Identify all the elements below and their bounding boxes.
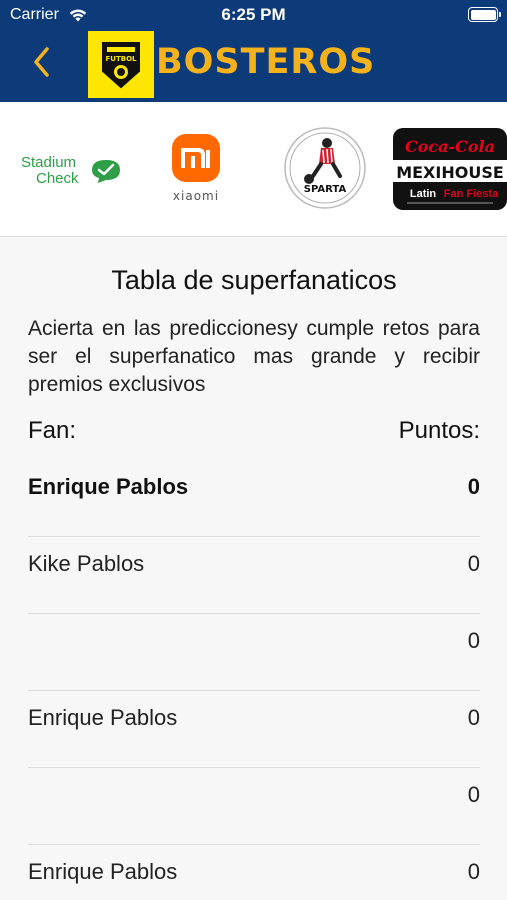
table-row[interactable]: Enrique Pablos 0 <box>28 845 480 900</box>
table-row[interactable]: Enrique Pablos 0 <box>28 691 480 768</box>
fan-name: Enrique Pablos <box>28 705 178 730</box>
status-time: 6:25 PM <box>221 5 286 24</box>
table-row[interactable]: Enrique Pablos 0 <box>28 460 480 537</box>
sponsor-xiaomi[interactable]: xiaomi <box>166 134 226 206</box>
mexihouse-label: MEXIHOUSE <box>396 163 504 182</box>
fan-name: Enrique Pablos <box>28 474 189 499</box>
battery-icon <box>468 7 501 22</box>
mexihouse-logo: Coca-Cola MEXIHOUSE Latin Fan Fiesta <box>393 128 507 210</box>
logo-text: FUTBOL <box>106 55 138 63</box>
fan-name: Kike Pablos <box>28 551 145 576</box>
sponsor-sparta[interactable]: SPARTA <box>283 126 367 210</box>
sparta-label: SPARTA <box>304 184 347 195</box>
team-logo: FUTBOL <box>88 31 154 98</box>
sparta-logo: SPARTA <box>284 127 366 209</box>
latin-label: Latin <box>410 188 437 200</box>
stadium-check-line1: Stadium <box>21 154 76 171</box>
table-row[interactable]: Kike Pablos 0 <box>28 537 480 614</box>
fan-points: 0 <box>467 859 480 884</box>
fan-name: Enrique Pablos <box>28 859 178 884</box>
chevron-left-icon <box>34 47 49 77</box>
fan-points: 0 <box>467 474 480 499</box>
xiaomi-logo: xiaomi <box>172 134 220 203</box>
app-header: Carrier 6:25 PM FUTBOL BOSTEROS <box>0 0 507 102</box>
sponsor-stadium-check[interactable]: Stadium Check <box>20 150 124 190</box>
leaderboard-description: Acierta en las prediccionesy cumple reto… <box>28 317 480 396</box>
column-header-fan: Fan: <box>28 417 77 444</box>
sponsor-strip: Stadium Check xiaomi SPARTA Coca-Cola ME… <box>0 102 507 237</box>
fan-fiesta-label: Fan Fiesta <box>444 188 499 200</box>
page-title: Tabla de superfanaticos <box>111 265 397 295</box>
stadium-check-logo: Stadium Check <box>21 154 120 187</box>
table-row[interactable]: 0 <box>28 614 480 691</box>
shield-icon: FUTBOL <box>102 42 140 89</box>
xiaomi-label: xiaomi <box>173 189 219 203</box>
brand-title: BOSTEROS <box>156 42 376 82</box>
back-button[interactable] <box>30 46 66 86</box>
column-header-points: Puntos: <box>398 417 480 444</box>
sponsor-mexihouse[interactable]: Coca-Cola MEXIHOUSE Latin Fan Fiesta <box>393 128 507 210</box>
fan-points: 0 <box>467 782 480 807</box>
fan-points: 0 <box>467 551 480 576</box>
table-row[interactable]: 0 <box>28 768 480 845</box>
fan-points: 0 <box>467 705 480 730</box>
stadium-check-line2: Check <box>36 170 79 187</box>
coca-cola-label: Coca-Cola <box>405 137 495 156</box>
status-bar: Carrier 6:25 PM <box>0 0 507 30</box>
fan-points: 0 <box>467 628 480 653</box>
